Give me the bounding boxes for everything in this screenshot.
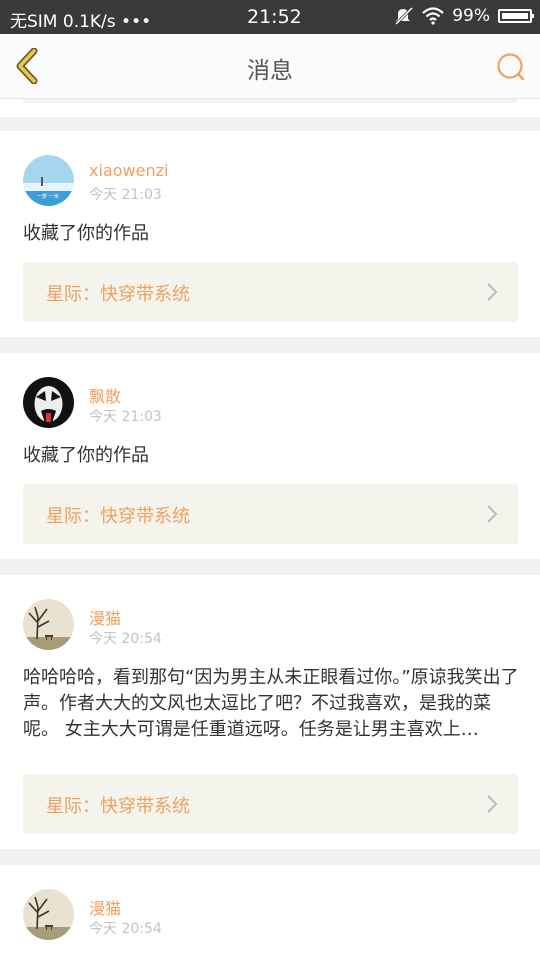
work-title: 星际：快穿带系统 [46, 796, 190, 817]
tree-bench-avatar[interactable] [23, 889, 74, 940]
nav-bar: 消息 [0, 34, 540, 99]
battery-percent: 99% [452, 6, 490, 26]
work-title: 星际：快穿带系统 [46, 284, 190, 305]
username[interactable]: 漫猫 [89, 895, 121, 919]
username[interactable]: xiaowenzi [89, 161, 168, 180]
message-text: 哈哈哈哈，看到那句“因为男主从未正眼看过你。”原谅我笑出了声。作者大大的文风也太… [23, 667, 519, 740]
chevron-right-icon [487, 505, 498, 523]
beach-sky-avatar[interactable]: 一梦 一世 [23, 155, 74, 206]
battery-icon [498, 9, 534, 23]
work-link[interactable]: 星际：快穿带系统 [23, 484, 518, 544]
work-title: 星际：快穿带系统 [46, 506, 190, 527]
kiss-face-avatar[interactable] [23, 377, 74, 428]
username[interactable]: 漫猫 [89, 605, 121, 629]
chevron-right-icon [487, 795, 498, 813]
message-list[interactable]: 一梦 一世 xiaowenzi 今天 21:03 收藏了你的作品 星际：快穿带系… [0, 99, 540, 960]
message-card: 一梦 一世 xiaowenzi 今天 21:03 收藏了你的作品 星际：快穿带系… [0, 131, 540, 337]
clock: 21:52 [247, 6, 302, 28]
previous-card-tail [0, 99, 540, 117]
message-card: 飘散 今天 21:03 收藏了你的作品 星际：快穿带系统 [0, 353, 540, 559]
timestamp: 今天 20:54 [89, 631, 162, 647]
search-button[interactable] [496, 52, 526, 82]
wifi-icon [422, 7, 444, 25]
chevron-right-icon [487, 283, 498, 301]
search-icon [497, 53, 525, 81]
status-bar: 无SIM 0.1K/s ••• 21:52 99% [0, 0, 540, 34]
message-text: 收藏了你的作品 [23, 223, 149, 244]
timestamp: 今天 20:54 [89, 921, 162, 937]
page-title: 消息 [247, 58, 293, 84]
message-text: 收藏了你的作品 [23, 445, 149, 466]
work-link[interactable]: 星际：快穿带系统 [23, 774, 518, 834]
tree-bench-avatar[interactable] [23, 599, 74, 650]
work-link[interactable]: 星际：快穿带系统 [23, 262, 518, 322]
message-card: 漫猫 今天 20:54 哈哈哈哈，看到那句“因为男主从未正眼看过你。”原谅我笑出… [0, 575, 540, 849]
carrier-text: 无SIM 0.1K/s ••• [10, 12, 152, 32]
timestamp: 今天 21:03 [89, 409, 162, 425]
mute-icon [394, 7, 414, 25]
timestamp: 今天 21:03 [89, 187, 162, 203]
username[interactable]: 飘散 [89, 383, 121, 407]
message-card: 漫猫 今天 20:54 [0, 865, 540, 960]
svg-text:一梦 一世: 一梦 一世 [37, 193, 59, 200]
